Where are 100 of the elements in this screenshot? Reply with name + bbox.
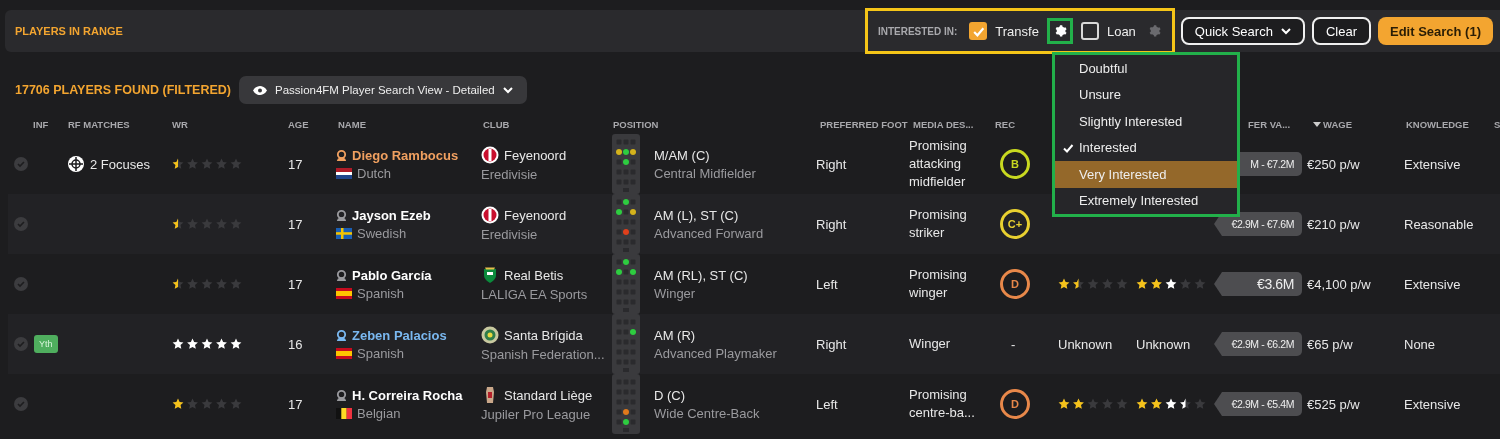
check-circle-icon[interactable] <box>14 277 28 291</box>
media-description: Winger <box>909 335 952 353</box>
value-tag: €2.9M - €5.4M <box>1214 392 1302 416</box>
recommendation-badge: B <box>1000 149 1030 179</box>
option-label: Transfe <box>995 23 1039 39</box>
menu-item[interactable]: Doubtful <box>1055 55 1237 82</box>
column-header[interactable]: CLUB <box>475 118 607 130</box>
menu-item[interactable]: Slightly Interested <box>1055 108 1237 135</box>
filled-stars-icon <box>1136 278 1163 290</box>
column-header[interactable]: WR <box>172 118 280 130</box>
club-name[interactable]: Santa Brígida <box>504 327 583 343</box>
recommendation-badge: C+ <box>1000 209 1030 239</box>
checkbox[interactable] <box>969 22 988 40</box>
foot-text: Right <box>816 156 847 172</box>
check-circle-icon[interactable] <box>14 397 28 411</box>
value-tag: €2.9M - €6.2M <box>1214 332 1302 356</box>
league-text: Eredivisie <box>481 167 539 182</box>
recommendation-badge: D <box>1000 269 1030 299</box>
media-description: Promising centre-ba... <box>909 386 976 422</box>
league-text: Jupiler Pro League <box>481 407 592 422</box>
foot-text: Right <box>816 336 847 352</box>
club-name[interactable]: Feyenoord <box>504 147 567 163</box>
interest-label: INTERESTED IN: <box>877 25 958 37</box>
knowledge-text: Extensive <box>1404 276 1461 292</box>
role-text: Winger <box>654 285 697 301</box>
edit-search-button[interactable]: Edit Search (1) <box>1377 17 1493 45</box>
club-name[interactable]: Standard Liège <box>504 387 593 403</box>
player-name[interactable]: Pablo García <box>352 267 432 283</box>
foot-text: Left <box>816 276 838 292</box>
section-title: PLAYERS IN RANGE <box>15 25 123 37</box>
foot-text: Right <box>816 216 847 232</box>
column-header[interactable]: WAGE <box>1307 118 1400 130</box>
flag-icon <box>336 227 352 239</box>
nationality-text: Dutch <box>357 165 391 181</box>
role-text: Advanced Playmaker <box>654 345 777 361</box>
menu-item[interactable]: Unsure <box>1055 81 1237 108</box>
value-tag: €3.6M <box>1214 272 1302 296</box>
check-circle-icon[interactable] <box>14 337 28 351</box>
clear-button[interactable]: Clear <box>1311 17 1371 45</box>
wage-text: €4,100 p/w <box>1307 276 1371 292</box>
media-description: Promising striker <box>909 206 968 242</box>
column-header[interactable]: INF <box>8 118 68 130</box>
knowledge-text: Extensive <box>1404 396 1461 412</box>
check-circle-icon[interactable] <box>14 157 28 171</box>
person-icon <box>336 209 347 221</box>
age-text: 17 <box>288 216 303 232</box>
recommendation-badge: D <box>1000 389 1030 419</box>
player-name[interactable]: H. Correira Rocha <box>352 387 463 403</box>
league-text: LALIGA EA Sports <box>481 287 588 302</box>
check-circle-icon[interactable] <box>14 217 28 231</box>
chevron-down-icon <box>502 86 513 94</box>
league-text: Spanish Federation... <box>481 347 605 362</box>
wage-text: €250 p/w <box>1307 156 1360 172</box>
foot-text: Left <box>816 396 838 412</box>
menu-item[interactable]: Extremely Interested <box>1055 187 1237 214</box>
position-text: AM (L), ST (C) <box>654 207 740 223</box>
chevron-down-icon <box>1280 27 1291 35</box>
knowledge-text: None <box>1404 336 1436 352</box>
column-header[interactable]: RF MATCHES <box>68 118 172 130</box>
column-header[interactable]: KNOWLEDGE <box>1400 118 1490 130</box>
ability-text: Unknown <box>1058 336 1113 352</box>
role-text: Wide Centre-Back <box>654 405 760 421</box>
flag-icon <box>336 287 352 299</box>
column-header[interactable]: NAME <box>330 118 475 130</box>
position-text: D (C) <box>654 387 687 403</box>
position-text: AM (R) <box>654 327 697 343</box>
age-text: 17 <box>288 156 303 172</box>
recommendation-text: - <box>1011 336 1016 352</box>
player-name[interactable]: Zeben Palacios <box>352 327 447 343</box>
view-dropdown[interactable]: Passion4FM Player Search View - Detailed <box>239 76 527 104</box>
club-name[interactable]: Real Betis <box>504 267 564 283</box>
media-description: Promising attacking midfielder <box>909 137 968 191</box>
value-tag: €2.9M - €7.6M <box>1214 212 1302 236</box>
club-name[interactable]: Feyenoord <box>504 207 567 223</box>
menu-item[interactable]: Very Interested <box>1055 161 1237 188</box>
club-crest-icon <box>481 326 499 344</box>
age-text: 17 <box>288 276 303 292</box>
league-text: Eredivisie <box>481 227 539 242</box>
person-icon <box>336 389 347 401</box>
column-header[interactable]: REC <box>995 118 1052 130</box>
youth-badge: Yth <box>34 335 58 353</box>
club-crest-icon <box>481 206 499 224</box>
knowledge-text: Extensive <box>1404 156 1461 172</box>
checkbox[interactable] <box>1080 22 1099 40</box>
person-icon <box>336 329 347 341</box>
flag-icon <box>336 407 352 419</box>
player-name[interactable]: Diego Rambocus <box>352 147 459 163</box>
column-header[interactable]: AGE <box>280 118 330 130</box>
person-icon <box>336 149 347 161</box>
player-name[interactable]: Jayson Ezeb <box>352 207 431 223</box>
wage-text: €65 p/w <box>1307 336 1353 352</box>
dropdown-button[interactable]: Quick Search <box>1180 17 1305 45</box>
flag-icon <box>336 347 352 359</box>
column-header[interactable]: POSITION <box>607 118 812 130</box>
role-text: Advanced Forward <box>654 225 764 241</box>
column-header[interactable]: S <box>1490 118 1500 130</box>
wage-text: €210 p/w <box>1307 216 1360 232</box>
role-text: Central Midfielder <box>654 165 756 181</box>
focus-count: 2 Focuses <box>90 156 150 172</box>
nationality-text: Spanish <box>357 285 404 301</box>
